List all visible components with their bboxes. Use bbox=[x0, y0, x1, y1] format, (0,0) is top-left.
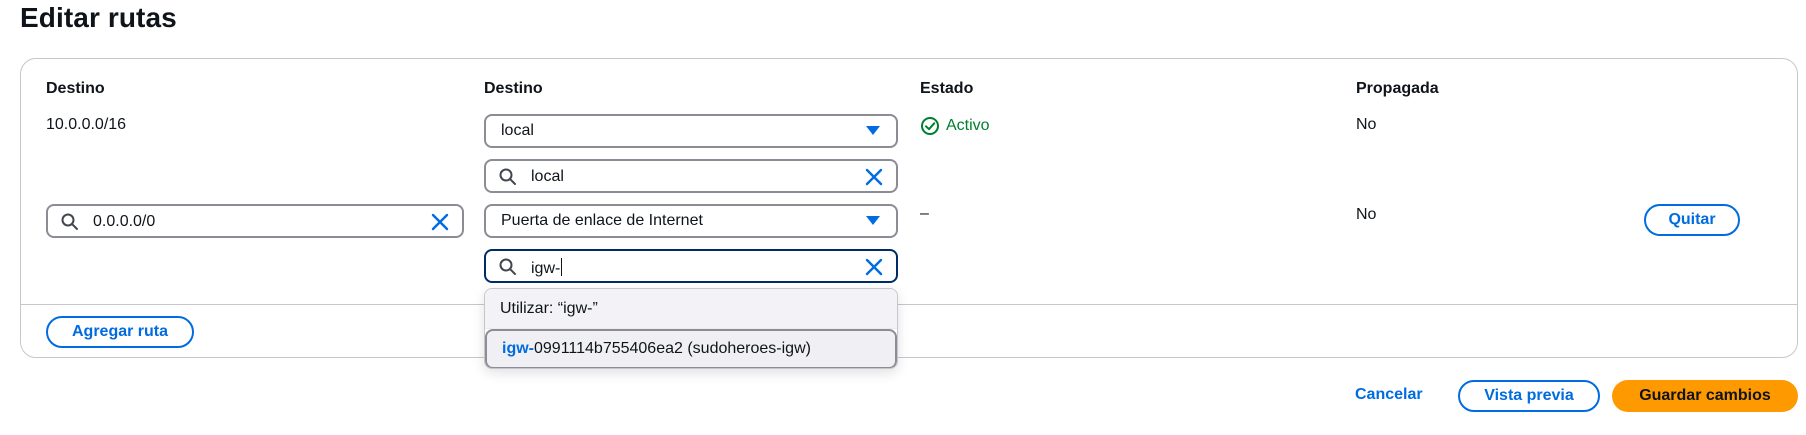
preview-button[interactable]: Vista previa bbox=[1458, 380, 1600, 412]
caret-down-icon bbox=[866, 126, 880, 135]
destination-input-2[interactable]: 0.0.0.0/0 bbox=[46, 204, 464, 238]
search-icon bbox=[499, 258, 516, 275]
search-value-wrap: igw- bbox=[531, 258, 563, 278]
destination-value: 0.0.0.0/0 bbox=[93, 213, 156, 230]
clear-icon[interactable] bbox=[864, 257, 884, 277]
search-value: local bbox=[531, 168, 564, 185]
target-search-input-2[interactable]: igw- bbox=[484, 249, 898, 283]
propagated-value-1: No bbox=[1356, 116, 1377, 133]
page-title: Editar rutas bbox=[20, 2, 177, 33]
remove-route-button[interactable]: Quitar bbox=[1644, 204, 1740, 236]
target-type-value: Puerta de enlace de Internet bbox=[501, 212, 703, 229]
check-circle-icon bbox=[921, 117, 939, 135]
caret-down-icon bbox=[866, 216, 880, 225]
column-header-target: Destino bbox=[484, 80, 543, 97]
cancel-button[interactable]: Cancelar bbox=[1355, 386, 1423, 404]
target-type-select-2[interactable]: Puerta de enlace de Internet bbox=[484, 204, 898, 238]
add-route-button[interactable]: Agregar ruta bbox=[46, 316, 194, 348]
dropdown-option-rest: 0991114b755406ea2 (sudoheroes-igw) bbox=[534, 340, 811, 357]
save-button[interactable]: Guardar cambios bbox=[1612, 380, 1798, 412]
search-value: igw- bbox=[531, 260, 561, 277]
route-destination-1: 10.0.0.0/16 bbox=[46, 116, 127, 133]
dropdown-option-match: igw- bbox=[502, 340, 534, 357]
target-search-input-1[interactable]: local bbox=[484, 159, 898, 193]
status-badge: Activo bbox=[920, 116, 990, 136]
column-header-status: Estado bbox=[920, 80, 974, 97]
search-icon bbox=[61, 213, 78, 230]
status-label: Activo bbox=[946, 117, 990, 134]
propagated-value-2: No bbox=[1356, 206, 1377, 223]
target-dropdown: Utilizar: “igw-” igw- 0991114b755406ea2 (… bbox=[484, 288, 898, 369]
dropdown-use-option[interactable]: Utilizar: “igw-” bbox=[485, 289, 897, 329]
clear-icon[interactable] bbox=[864, 167, 884, 187]
divider bbox=[21, 304, 1797, 305]
dropdown-option-igw[interactable]: igw- 0991114b755406ea2 (sudoheroes-igw) bbox=[485, 329, 897, 368]
target-type-select-1[interactable]: local bbox=[484, 114, 898, 148]
target-type-value: local bbox=[501, 122, 534, 139]
column-header-destination: Destino bbox=[46, 80, 105, 97]
clear-icon[interactable] bbox=[430, 212, 450, 232]
status-empty: – bbox=[920, 205, 929, 222]
column-header-propagated: Propagada bbox=[1356, 80, 1439, 97]
search-icon bbox=[499, 168, 516, 185]
text-cursor bbox=[561, 258, 563, 276]
